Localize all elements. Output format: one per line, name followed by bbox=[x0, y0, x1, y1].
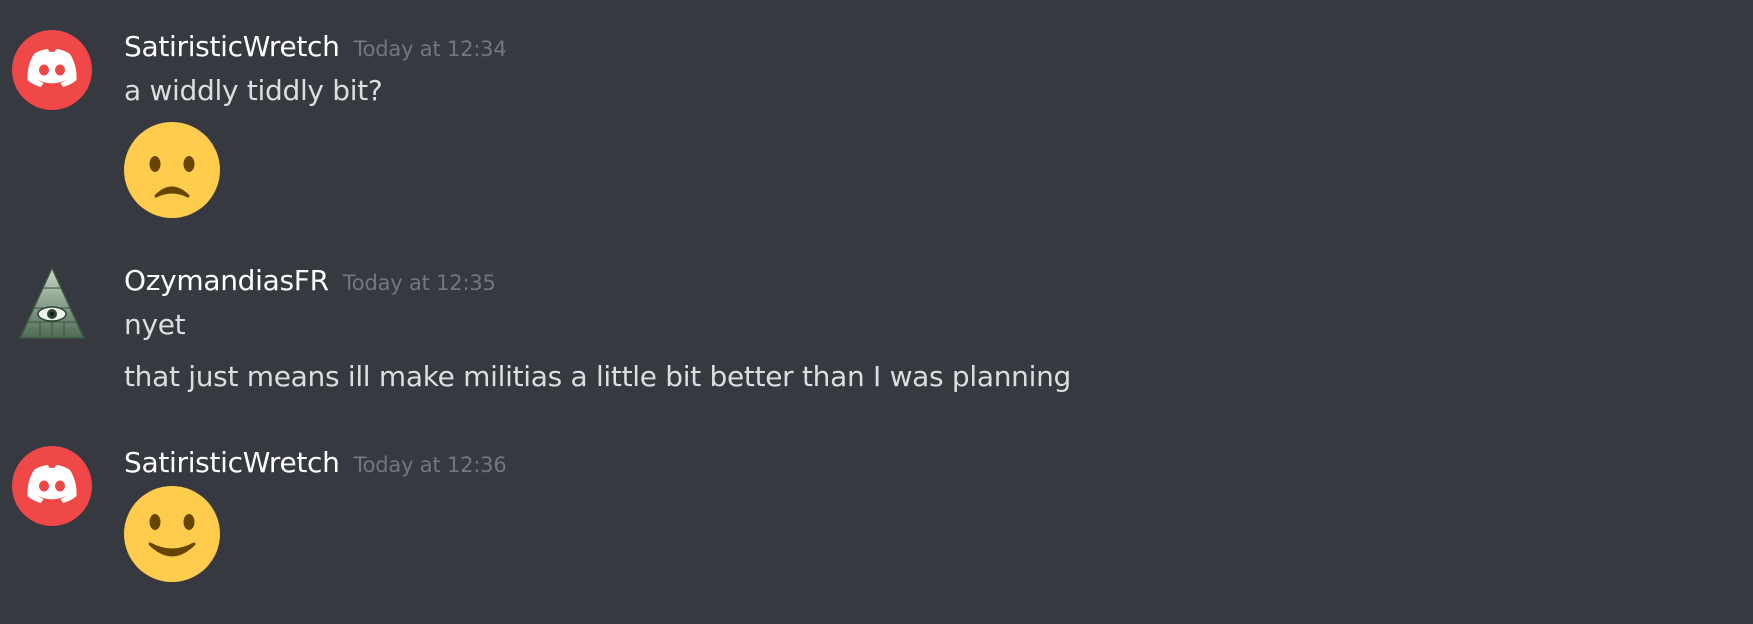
username[interactable]: OzymandiasFR bbox=[124, 264, 329, 297]
timestamp: Today at 12:34 bbox=[353, 37, 507, 61]
username[interactable]: SatiristicWretch bbox=[124, 30, 340, 63]
discord-logo-icon[interactable] bbox=[12, 30, 92, 110]
slightly-smiling-face-icon bbox=[124, 486, 220, 582]
message-header: SatiristicWretch Today at 12:36 bbox=[124, 446, 507, 479]
message-text: that just means ill make militias a litt… bbox=[124, 360, 1072, 393]
message-header: OzymandiasFR Today at 12:35 bbox=[124, 264, 496, 297]
username[interactable]: SatiristicWretch bbox=[124, 446, 340, 479]
timestamp: Today at 12:35 bbox=[342, 271, 496, 295]
message-text: a widdly tiddly bit? bbox=[124, 74, 383, 107]
illuminati-pyramid-icon[interactable] bbox=[12, 264, 92, 344]
chat-messages: SatiristicWretch Today at 12:34 a widdly … bbox=[0, 0, 1753, 624]
discord-logo-icon[interactable] bbox=[12, 446, 92, 526]
message-header: SatiristicWretch Today at 12:34 bbox=[124, 30, 507, 63]
timestamp: Today at 12:36 bbox=[353, 453, 507, 477]
frowning-face-icon bbox=[124, 122, 220, 218]
message-text: nyet bbox=[124, 308, 186, 341]
